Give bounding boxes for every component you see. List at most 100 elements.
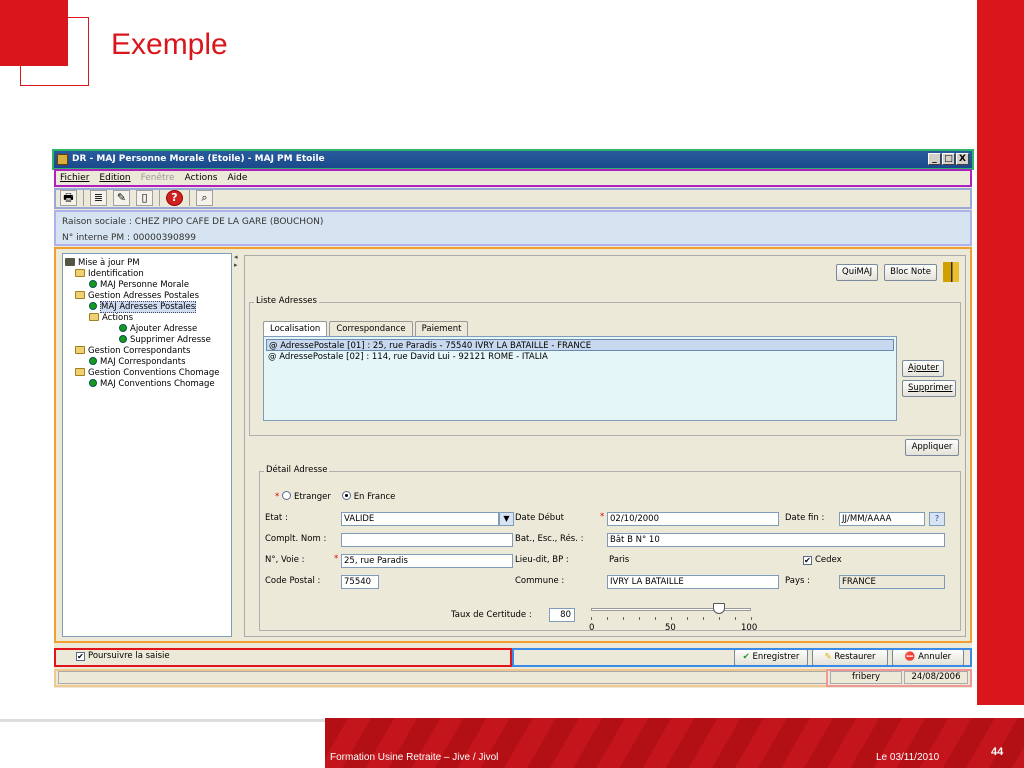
- required-marker: *: [600, 512, 605, 522]
- slide: Exemple DR - MAJ Personne Morale (Etoile…: [0, 0, 1024, 768]
- toolbar: 🖶 ≣ ✎ ▯ ? ⌕: [56, 188, 970, 208]
- required-marker: *: [275, 492, 280, 502]
- code-postal-label: Code Postal :: [265, 576, 321, 586]
- annuler-button[interactable]: ⛔ Annuler: [892, 649, 964, 666]
- tree-node-maj-adresses[interactable]: MAJ Adresses Postales: [65, 301, 229, 313]
- menu-actions[interactable]: Actions: [185, 173, 218, 183]
- supprimer-button[interactable]: Supprimer: [902, 380, 956, 397]
- window-title: DR - MAJ Personne Morale (Etoile) - MAJ …: [72, 154, 325, 164]
- radio-etranger[interactable]: [281, 491, 291, 500]
- compl-nom-field[interactable]: [341, 533, 513, 547]
- restaurer-label: Restaurer: [834, 652, 876, 662]
- pays-field[interactable]: FRANCE: [839, 575, 945, 589]
- slider-tick: [639, 617, 640, 620]
- slider-tick: [591, 617, 592, 620]
- tree-node-maj-personne-morale[interactable]: MAJ Personne Morale: [65, 280, 229, 291]
- tree-node-gestion-correspondants[interactable]: Gestion Correspondants: [65, 346, 229, 357]
- menu-edition[interactable]: Edition: [99, 173, 130, 183]
- bottom-bar: ✔ Poursuivre la saisie ✔ Enregistrer ✎ Re…: [54, 648, 972, 666]
- chevron-down-icon[interactable]: ▼: [499, 512, 514, 526]
- slider-tick: [623, 617, 624, 620]
- commune-label: Commune :: [515, 576, 565, 586]
- help-icon[interactable]: ?: [166, 190, 183, 206]
- poursuivre-label: Poursuivre la saisie: [88, 651, 170, 661]
- slider-tick: [671, 617, 672, 620]
- date-fin-field[interactable]: JJ/MM/AAAA: [839, 512, 925, 526]
- green-dot-icon: [89, 280, 97, 288]
- tree-node-gestion-conventions[interactable]: Gestion Conventions Chomage: [65, 368, 229, 379]
- menu-aide[interactable]: Aide: [227, 173, 247, 183]
- address-tabs: Localisation Correspondance Paiement: [263, 321, 469, 336]
- date-debut-field[interactable]: 02/10/2000: [607, 512, 779, 526]
- tree-node-ajouter-adresse[interactable]: Ajouter Adresse: [65, 324, 229, 335]
- address-list: @ AdressePostale [01] : 25, rue Paradis …: [263, 336, 897, 421]
- list-item[interactable]: @ AdressePostale [02] : 114, rue David L…: [266, 351, 894, 363]
- checkmark-icon: ✔: [742, 652, 750, 662]
- tree-node-maj-conventions[interactable]: MAJ Conventions Chomage: [65, 379, 229, 390]
- commune-field[interactable]: IVRY LA BATAILLE: [607, 575, 779, 589]
- page-number: 44: [991, 746, 1004, 758]
- certitude-field[interactable]: 80: [549, 608, 575, 622]
- window-titlebar: DR - MAJ Personne Morale (Etoile) - MAJ …: [54, 151, 972, 168]
- list-icon[interactable]: ≣: [90, 190, 107, 206]
- clipboard-icon[interactable]: ▯: [136, 190, 153, 206]
- tree-root[interactable]: Mise à jour PM: [65, 258, 229, 269]
- status-date: 24/08/2006: [904, 671, 968, 684]
- slider-tick: [735, 617, 736, 620]
- etat-select[interactable]: VALIDE: [341, 512, 499, 526]
- appliquer-button[interactable]: Appliquer: [905, 439, 959, 456]
- enregistrer-button[interactable]: ✔ Enregistrer: [734, 649, 808, 666]
- certitude-slider[interactable]: 0 50 100: [589, 603, 757, 633]
- ajouter-button[interactable]: Ajouter: [902, 360, 944, 377]
- poursuivre-checkbox-group: ✔ Poursuivre la saisie: [76, 650, 170, 663]
- bat-field[interactable]: Bât B N° 10: [607, 533, 945, 547]
- enregistrer-label: Enregistrer: [752, 652, 800, 662]
- red-side-bar: [977, 0, 1024, 705]
- toolbar-separator: [189, 190, 190, 206]
- toolbar-separator: [83, 190, 84, 206]
- tree-node-supprimer-adresse[interactable]: Supprimer Adresse: [65, 335, 229, 346]
- splitter-handle[interactable]: ◂ ▸: [234, 253, 240, 637]
- date-fin-label: Date fin :: [785, 513, 825, 523]
- tab-localisation[interactable]: Localisation: [263, 321, 328, 336]
- slider-max-label: 100: [741, 623, 758, 633]
- slider-tick: [751, 617, 752, 620]
- poursuivre-checkbox[interactable]: ✔: [76, 652, 85, 661]
- bloc-note-button[interactable]: Bloc Note: [884, 263, 937, 281]
- slider-track: [591, 608, 751, 611]
- tree-node-actions[interactable]: Actions: [65, 313, 229, 324]
- slide-footer: Formation Usine Retraite – Jive / Jivol …: [325, 718, 1024, 768]
- date-picker-button[interactable]: ?: [929, 512, 945, 526]
- radio-en-france[interactable]: [341, 491, 351, 500]
- menu-fenetre[interactable]: Fenêtre: [141, 173, 175, 183]
- code-postal-field[interactable]: 75540: [341, 575, 379, 589]
- restaurer-button[interactable]: ✎ Restaurer: [812, 649, 888, 666]
- menu-fichier[interactable]: Fichier: [60, 173, 89, 183]
- slider-tick: [703, 617, 704, 620]
- green-dot-icon: [119, 335, 127, 343]
- book-icon[interactable]: [943, 262, 959, 282]
- quimaj-button[interactable]: QuiMAJ: [836, 263, 879, 281]
- slider-thumb[interactable]: [713, 603, 725, 614]
- list-item[interactable]: @ AdressePostale [01] : 25, rue Paradis …: [266, 339, 894, 351]
- tab-correspondance[interactable]: Correspondance: [329, 321, 413, 336]
- toolbar-separator: [159, 190, 160, 206]
- required-marker: *: [334, 554, 339, 564]
- tree-node-identification[interactable]: Identification: [65, 269, 229, 280]
- close-button[interactable]: X: [956, 153, 969, 165]
- tab-paiement[interactable]: Paiement: [414, 321, 469, 336]
- search-icon[interactable]: ⌕: [196, 190, 213, 206]
- liste-adresses-title: Liste Adresses: [254, 296, 319, 306]
- root-icon: [65, 258, 75, 266]
- radio-en-france-label: En France: [353, 492, 396, 502]
- minimize-button[interactable]: _: [928, 153, 941, 165]
- date-debut-label: Date Début: [515, 513, 564, 523]
- maximize-button[interactable]: □: [942, 153, 955, 165]
- bat-label: Bat., Esc., Rés. :: [515, 534, 584, 544]
- slider-tick: [607, 617, 608, 620]
- cedex-checkbox[interactable]: ✔: [803, 556, 812, 565]
- voie-field[interactable]: 25, rue Paradis: [341, 554, 513, 568]
- edit-icon[interactable]: ✎: [113, 190, 130, 206]
- printer-icon[interactable]: 🖶: [60, 190, 77, 206]
- tree-node-maj-correspondants[interactable]: MAJ Correspondants: [65, 357, 229, 368]
